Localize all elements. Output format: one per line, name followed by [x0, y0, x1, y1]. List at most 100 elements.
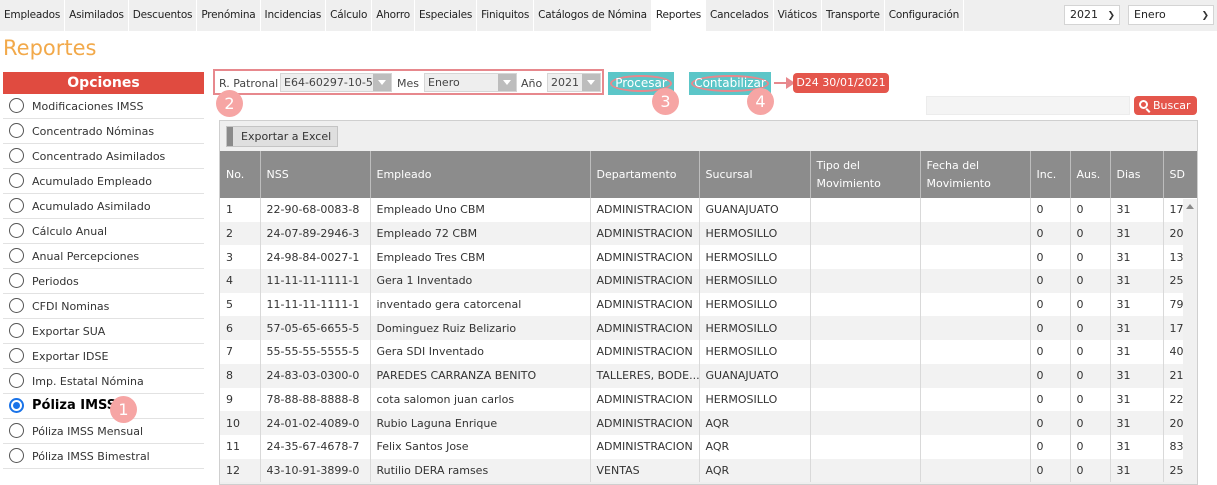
table-cell: AQR [699, 434, 811, 459]
table-cell: 55-55-55-5555-5 [260, 340, 371, 364]
column-header[interactable]: NSS [260, 151, 371, 198]
scroll-up-icon[interactable] [1186, 204, 1194, 209]
buscar-button[interactable]: Buscar [1134, 96, 1197, 115]
export-excel-button[interactable]: Exportar a Excel [226, 126, 338, 147]
option-label: Modificaciones IMSS [32, 100, 144, 113]
table-row[interactable]: 5 11-11-11-1111-1 inventado gera catorcena… [220, 292, 1197, 317]
column-header[interactable]: SD [1163, 151, 1197, 198]
option-item[interactable]: Cálculo Anual [3, 219, 204, 244]
table-cell: 31 [1110, 221, 1164, 246]
nav-item-0[interactable]: Empleados [0, 0, 66, 31]
column-header[interactable]: Empleado [370, 151, 591, 198]
table-row[interactable]: 9 78-88-88-8888-8 cota salomon juan carlos… [220, 387, 1197, 412]
radio-button-icon[interactable] [9, 423, 24, 438]
option-item[interactable]: CFDI Nominas [3, 294, 204, 319]
month-select[interactable]: Enero ❯ [1128, 5, 1214, 25]
table-row[interactable]: 2 24-07-89-2946-3 Empleado 72 CBM ADMINISTR… [220, 221, 1197, 246]
option-item[interactable]: Concentrado Nóminas [3, 119, 204, 144]
nav-item-5[interactable]: Cálculo [326, 0, 373, 31]
option-item[interactable]: Exportar SUA [3, 319, 204, 344]
option-label: Póliza IMSS Bimestral [32, 450, 150, 463]
table-row[interactable]: 4 11-11-11-1111-1 Gera 1 Inventado ADMINIST… [220, 269, 1197, 293]
column-header[interactable]: Inc. [1030, 151, 1071, 198]
radio-button-icon[interactable] [9, 98, 24, 113]
table-cell: 0 [1030, 245, 1071, 270]
option-item[interactable]: Acumulado Empleado [3, 169, 204, 194]
radio-button-icon[interactable] [9, 248, 24, 263]
radio-button-icon[interactable] [9, 173, 24, 188]
table-cell: ADMINISTRACION [590, 292, 700, 317]
table-cell: HERMOSILLO [699, 292, 811, 317]
nav-item-8[interactable]: Finiquitos [477, 0, 535, 31]
column-header[interactable]: Aus. [1070, 151, 1111, 198]
column-header[interactable]: Dias [1110, 151, 1164, 198]
year-select[interactable]: 2021 ❯ [1064, 5, 1120, 25]
results-table: No. NSS Empleado Departamento Sucursal Tipo d… [220, 151, 1197, 483]
option-item[interactable]: Exportar IDSE [3, 344, 204, 369]
nav-item-13[interactable]: Transporte [822, 0, 885, 31]
radio-button-icon[interactable] [9, 223, 24, 238]
table-row[interactable]: 12 43-10-91-3899-0 Rutilio DERA ramses VENT… [220, 458, 1197, 483]
table-row[interactable]: 10 24-01-02-4089-0 Rubio Laguna Enrique ADM… [220, 411, 1197, 435]
column-header[interactable]: Tipo del Movimiento [810, 151, 921, 198]
radio-button-icon[interactable] [9, 273, 24, 288]
table-cell: 31 [1110, 411, 1164, 435]
option-item[interactable]: Póliza IMSS Bimestral [3, 444, 204, 469]
option-item[interactable]: Imp. Estatal Nómina [3, 369, 204, 394]
column-header[interactable]: Sucursal [699, 151, 811, 198]
radio-button-icon[interactable] [9, 398, 24, 413]
nav-item-6[interactable]: Ahorro [372, 0, 415, 31]
anio-select[interactable]: 2021 [547, 73, 601, 92]
table-row[interactable]: 6 57-05-65-6655-5 Dominguez Ruiz Belizario… [220, 316, 1197, 341]
nav-item-2[interactable]: Descuentos [128, 0, 198, 31]
radio-button-icon[interactable] [9, 448, 24, 463]
dropdown-arrow-icon [498, 74, 516, 91]
column-header[interactable]: No. [220, 151, 261, 198]
table-row[interactable]: 8 24-83-03-0300-0 PAREDES CARRANZA BENITO T… [220, 363, 1197, 388]
radio-button-icon[interactable] [9, 348, 24, 363]
table-cell: 10 [220, 411, 261, 435]
nav-item-7[interactable]: Especiales [414, 0, 478, 31]
nav-item-11[interactable]: Cancelados [706, 0, 774, 31]
option-item[interactable]: Anual Percepciones [3, 244, 204, 269]
option-item[interactable]: Póliza IMSS Mensual [3, 419, 204, 444]
table-row[interactable]: 3 24-98-84-0027-1 Empleado Tres CBM ADMINIS… [220, 245, 1197, 270]
radio-button-icon[interactable] [9, 323, 24, 338]
vertical-scrollbar[interactable] [1183, 199, 1197, 484]
radio-button-icon[interactable] [9, 198, 24, 213]
option-item[interactable]: Acumulado Asimilado [3, 194, 204, 219]
table-row[interactable]: 7 55-55-55-5555-5 Gera SDI Inventado ADMINI… [220, 340, 1197, 364]
option-label: Exportar SUA [32, 325, 106, 338]
table-row[interactable]: 1 22-90-68-0083-8 Empleado Uno CBM ADMINIST… [220, 198, 1197, 222]
option-item[interactable]: Periodos [3, 269, 204, 294]
option-item[interactable]: Concentrado Asimilados [3, 144, 204, 169]
table-cell: 31 [1110, 363, 1164, 388]
nav-item-4[interactable]: Incidencias [260, 0, 327, 31]
radio-button-icon[interactable] [9, 373, 24, 388]
patronal-select[interactable]: E64-60297-10-5 [280, 73, 392, 92]
radio-button-icon[interactable] [9, 148, 24, 163]
column-header[interactable]: Departamento [590, 151, 700, 198]
table-cell: HERMOSILLO [699, 245, 811, 270]
table-cell [920, 316, 1031, 341]
nav-item-12[interactable]: Viáticos [773, 0, 823, 31]
top-navbar: Empleados Asimilados Descuentos Prenómina In… [0, 0, 1217, 31]
mes-select[interactable]: Enero [424, 73, 517, 92]
nav-item-1[interactable]: Asimilados [65, 0, 129, 31]
radio-button-icon[interactable] [9, 123, 24, 138]
step-badge-4: 4 [747, 88, 774, 115]
option-item[interactable]: Póliza IMSS [3, 394, 204, 419]
nav-item-3[interactable]: Prenómina [197, 0, 261, 31]
table-row[interactable]: 11 24-35-67-4678-7 Felix Santos Jose ADMINI… [220, 434, 1197, 459]
option-item[interactable]: Modificaciones IMSS [3, 94, 204, 119]
search-input[interactable] [926, 96, 1130, 115]
option-label: Imp. Estatal Nómina [32, 375, 144, 388]
column-header[interactable]: Fecha del Movimiento [920, 151, 1031, 198]
radio-button-icon[interactable] [9, 298, 24, 313]
nav-item-10[interactable]: Reportes [651, 0, 707, 31]
nav-item-14[interactable]: Configuración [884, 0, 965, 31]
option-label: Acumulado Empleado [32, 175, 152, 188]
dropdown-arrow-icon [373, 74, 391, 91]
sidebar-header: Opciones [3, 72, 204, 94]
nav-item-9[interactable]: Catálogos de Nómina [534, 0, 652, 31]
